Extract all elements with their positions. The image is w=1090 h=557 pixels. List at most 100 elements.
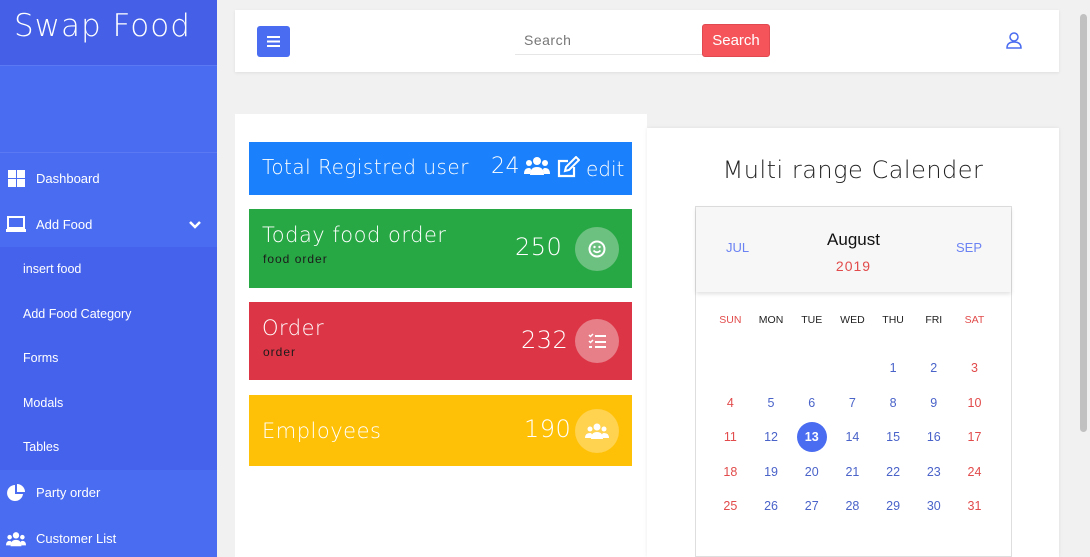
users-icon [6,529,26,549]
calendar-day[interactable]: 21 [832,455,873,490]
chevron-down-icon[interactable] [189,217,201,232]
top-navbar: Search [235,10,1059,72]
page-scrollbar[interactable] [1077,0,1090,557]
next-month-button[interactable]: SEP [956,240,982,255]
submenu-item-insert-food[interactable]: insert food [0,247,217,292]
menu-toggle-button[interactable] [257,26,290,57]
calendar-day[interactable]: 4 [710,386,751,421]
calendar-day[interactable]: 1 [873,351,914,386]
submenu-item-forms[interactable]: Forms [0,336,217,381]
smile-icon [575,227,619,271]
sidebar-item-label: Party order [36,485,101,500]
edit-link[interactable]: edit [586,157,624,181]
calendar-day[interactable]: 28 [832,489,873,524]
calendar-day[interactable]: 10 [954,386,995,421]
stat-title: Order [262,316,325,340]
weekday-label: FRI [925,314,943,326]
calendar-day[interactable]: 15 [873,420,914,455]
calendar-day[interactable]: 13 [791,420,832,455]
sidebar-item-add-food[interactable]: Add Food [0,201,217,247]
calendar-day[interactable]: 16 [913,420,954,455]
current-year: 2019 [835,258,872,274]
sidebar-item-party-order[interactable]: Party order [0,470,217,516]
stat-subtitle: food order [263,252,328,266]
stat-title: Total Registred user [262,155,469,179]
calendar-day[interactable]: 30 [913,489,954,524]
stat-card-order: Order order 232 [249,302,632,380]
calendar-day[interactable]: 18 [710,455,751,490]
calendar-day[interactable]: 23 [913,455,954,490]
calendar-day[interactable]: 17 [954,420,995,455]
calendar-day[interactable]: 14 [832,420,873,455]
calendar-widget: JUL August 2019 SEP SUN MON TUE WED THU … [695,206,1012,557]
sidebar: Swap Food Dashboard Add Food insert food… [0,0,217,557]
calendar-day[interactable]: 5 [751,386,792,421]
calendar-day[interactable]: 29 [873,489,914,524]
stat-value: 24 [491,154,520,179]
calendar-day[interactable]: 24 [954,455,995,490]
empty-day-cell [791,351,832,386]
calendar-day[interactable]: 25 [710,489,751,524]
calendar-panel: Multi range Calender JUL August 2019 SEP… [647,128,1059,557]
calendar-day[interactable]: 27 [791,489,832,524]
stats-panel: Total Registred user 24 edit Today food … [235,114,647,557]
calendar-day[interactable]: 12 [751,420,792,455]
stat-card-today-food-order: Today food order food order 250 [249,209,632,288]
weekday-label: MON [758,314,784,326]
laptop-icon [6,214,26,234]
submenu-item-modals[interactable]: Modals [0,381,217,426]
stat-value: 250 [515,233,563,261]
sidebar-item-label: Dashboard [36,170,100,186]
calendar-day[interactable]: 9 [913,386,954,421]
calendar-day[interactable]: 31 [954,489,995,524]
user-icon[interactable] [1006,32,1022,53]
calendar-day[interactable]: 26 [751,489,792,524]
empty-day-cell [751,351,792,386]
stat-value: 232 [521,326,569,354]
day-grid: 1 2 3 4 5 6 7 8 9 10 11 12 13 14 15 16 17 18 19 20 21 22 23 24 2… [710,351,1000,524]
submenu-item-tables[interactable]: Tables [0,425,217,470]
calendar-header: JUL August 2019 SEP [696,207,1011,292]
sidebar-item-label: Add Food [36,216,93,232]
empty-day-cell [832,351,873,386]
sidebar-item-dashboard[interactable]: Dashboard [0,155,217,201]
weekday-label: SUN [719,314,742,326]
scrollbar-thumb[interactable] [1080,14,1087,432]
stat-title: Employees [262,419,382,443]
hamburger-icon [267,36,280,47]
search-button[interactable]: Search [702,24,770,57]
empty-day-cell [710,351,751,386]
add-food-submenu: insert food Add Food Category Forms Moda… [0,247,217,470]
sidebar-spacer [0,66,217,153]
stat-subtitle: order [263,345,297,359]
users-icon [524,157,550,179]
submenu-item-add-food-category[interactable]: Add Food Category [0,292,217,337]
pie-chart-icon [6,483,26,503]
weekday-label: TUE [801,314,823,326]
calendar-day[interactable]: 20 [791,455,832,490]
brand-logo[interactable]: Swap Food [0,0,217,66]
weekday-label: THU [882,314,904,326]
weekday-label: SAT [964,314,985,326]
calendar-day[interactable]: 11 [710,420,751,455]
calendar-day[interactable]: 6 [791,386,832,421]
stat-title: Today food order [262,223,447,247]
stat-value: 190 [524,415,572,443]
weekday-label: WED [840,314,865,326]
calendar-day[interactable]: 22 [873,455,914,490]
weekday-row: SUN MON TUE WED THU FRI SAT [710,314,1000,326]
sidebar-item-label: Customer List [36,531,117,546]
calendar-day[interactable]: 7 [832,386,873,421]
stat-card-registered-users: Total Registred user 24 edit [249,142,632,195]
calendar-day[interactable]: 2 [913,351,954,386]
stat-card-employees: Employees 190 [249,395,632,466]
sidebar-item-customer-list[interactable]: Customer List [0,516,217,557]
calendar-day[interactable]: 8 [873,386,914,421]
calendar-day[interactable]: 19 [751,455,792,490]
calendar-heading: Multi range Calender [722,156,984,184]
calendar-day[interactable]: 3 [954,351,995,386]
edit-icon[interactable] [557,155,581,182]
search-input[interactable] [515,25,703,55]
users-icon [575,409,619,453]
grid-icon [6,168,26,188]
